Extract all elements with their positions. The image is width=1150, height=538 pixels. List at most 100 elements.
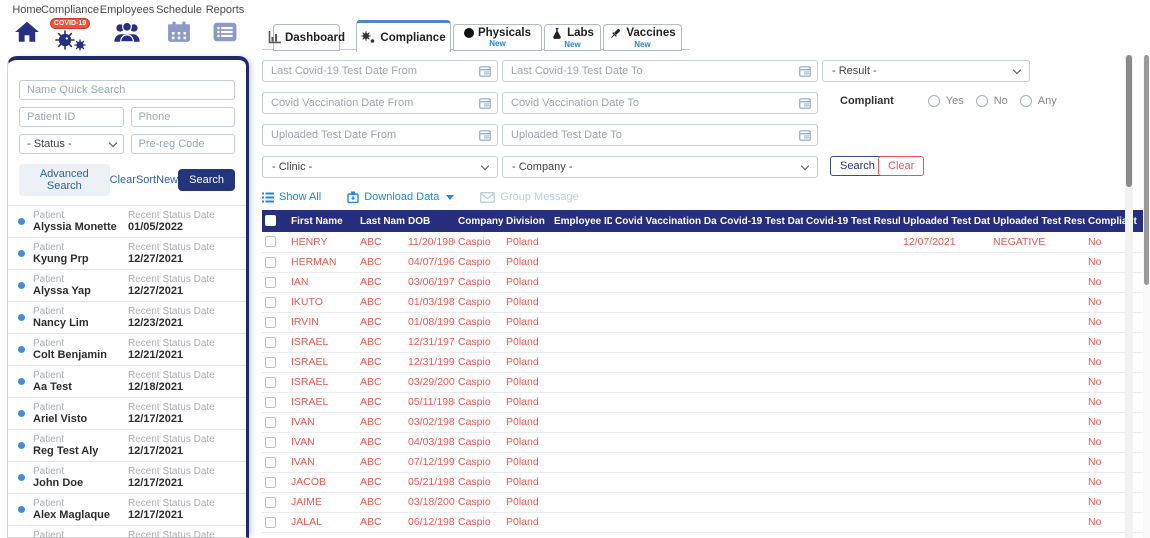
patient-list-item[interactable]: Patient Ariel Visto Recent Status Date 1… (8, 397, 246, 429)
clear-button[interactable]: Clear (110, 172, 136, 188)
compliant-no-radio[interactable] (976, 95, 988, 107)
table-row[interactable]: ISRAEL ABC 05/11/1988 Caspio P0land No (262, 392, 1150, 412)
table-row[interactable]: ISRAEL ABC 12/31/1976 Caspio P0land No (262, 332, 1150, 352)
calendar-picker-icon[interactable] (479, 129, 491, 141)
cell-dob: 12/31/1994 (405, 352, 455, 372)
table-row[interactable]: JACOB ABC 05/21/1981 Caspio P0land No (262, 472, 1150, 492)
tab-vaccines[interactable]: Vaccines New (603, 24, 682, 51)
uploaded-date-to-input[interactable] (502, 124, 818, 146)
clinic-select[interactable]: - Clinic - (262, 156, 498, 178)
table-row[interactable]: IVAN ABC 04/03/1985 Caspio P0land No (262, 432, 1150, 452)
table-row[interactable]: ISRAEL ABC 12/31/1994 Caspio P0land No (262, 352, 1150, 372)
nav-item-compliance[interactable]: Compliance COVID-19 (46, 4, 94, 51)
row-checkbox[interactable] (265, 477, 276, 488)
calendar-picker-icon[interactable] (799, 65, 811, 77)
patient-list-item[interactable]: Patient Alex Maglaque Recent Status Date… (8, 493, 246, 525)
calendar-picker-icon[interactable] (799, 129, 811, 141)
tab-physicals[interactable]: Physicals New (453, 24, 542, 51)
row-checkbox[interactable] (265, 497, 276, 508)
table-row[interactable]: JAIME ABC 03/18/2001 Caspio P0land No (262, 492, 1150, 512)
patient-list-item[interactable]: Patient Alyssia Monette Recent Status Da… (8, 205, 246, 237)
show-all-button[interactable]: Show All (262, 191, 321, 203)
phone-input[interactable] (131, 107, 236, 127)
nav-item-schedule[interactable]: Schedule (158, 4, 200, 43)
advanced-search-button[interactable]: Advanced Search (19, 164, 110, 196)
compliant-yes-radio[interactable] (928, 95, 940, 107)
row-checkbox[interactable] (265, 277, 276, 288)
row-checkbox[interactable] (265, 257, 276, 268)
filter-search-button[interactable]: Search (830, 156, 885, 176)
filter-clear-button[interactable]: Clear (878, 156, 924, 176)
last-test-date-to-input[interactable] (502, 60, 818, 82)
patient-status-date: 12/17/2021 (128, 445, 240, 457)
cell-last-name: ABC (357, 332, 405, 352)
row-checkbox[interactable] (265, 236, 276, 247)
row-checkbox[interactable] (265, 437, 276, 448)
row-checkbox[interactable] (265, 457, 276, 468)
row-checkbox[interactable] (265, 337, 276, 348)
patient-id-input[interactable] (19, 107, 124, 127)
result-select[interactable]: - Result - (822, 60, 1030, 82)
cell-test-result (803, 252, 900, 272)
patient-list-item[interactable]: Patient Reg Test Aly Recent Status Date … (8, 429, 246, 461)
row-checkbox[interactable] (265, 417, 276, 428)
cell-uploaded-date (900, 432, 990, 452)
prereg-code-input[interactable] (131, 134, 236, 154)
search-button[interactable]: Search (178, 169, 235, 191)
table-row[interactable]: IRVIN ABC 01/08/1992 Caspio P0land No (262, 312, 1150, 332)
table-row[interactable]: HERMAN ABC 04/07/1965 Caspio P0land No (262, 252, 1150, 272)
name-quick-search-input[interactable] (19, 80, 235, 100)
tab-compliance[interactable]: Compliance (356, 20, 451, 52)
new-button[interactable]: New (156, 172, 178, 188)
table-row[interactable]: IAN ABC 03/06/1972 Caspio P0land No (262, 272, 1150, 292)
table-row[interactable]: IKUTO ABC 01/03/1980 Caspio P0land No (262, 292, 1150, 312)
company-select[interactable]: - Company - (502, 156, 818, 178)
patient-list-item[interactable]: Patient Nancy Lim Recent Status Date 12/… (8, 301, 246, 333)
chevron-down-icon (108, 138, 116, 146)
row-checkbox[interactable] (265, 377, 276, 388)
calendar-picker-icon[interactable] (479, 65, 491, 77)
window-scrollbar-thumb[interactable] (1144, 55, 1149, 285)
table-row[interactable]: JALAL ABC 06/12/1982 Caspio P0land No (262, 512, 1150, 532)
main-scrollbar-track[interactable] (1125, 55, 1133, 538)
row-checkbox[interactable] (265, 317, 276, 328)
patient-list-item[interactable]: Patient Alyssa Yap Recent Status Date 12… (8, 269, 246, 301)
calendar-picker-icon[interactable] (799, 97, 811, 109)
nav-item-employees[interactable]: Employees (100, 4, 154, 43)
status-select[interactable]: - Status - (19, 134, 124, 154)
table-row[interactable]: IVAN ABC 07/12/1996 Caspio P0land No (262, 452, 1150, 472)
group-message-button[interactable]: Group Message (480, 191, 578, 203)
table-row[interactable]: HENRY ABC 11/20/1980 Caspio P0land 12/07… (262, 232, 1150, 252)
uploaded-date-from-input[interactable] (262, 124, 498, 146)
nav-label: Schedule (156, 4, 202, 17)
sort-button[interactable]: Sort (136, 172, 156, 188)
select-all-checkbox[interactable] (265, 215, 276, 226)
row-checkbox[interactable] (265, 357, 276, 368)
patient-list-item[interactable]: Patient Aa Test Recent Status Date 12/18… (8, 365, 246, 397)
nav-label: Home (12, 4, 41, 17)
table-row[interactable]: IVAN ABC 03/02/1986 Caspio P0land No (262, 412, 1150, 432)
patient-list-item[interactable]: Patient John Doe Recent Status Date 12/1… (8, 461, 246, 493)
download-data-button[interactable]: Download Data (347, 191, 454, 203)
cell-division: P0land (503, 272, 551, 292)
window-scrollbar-track[interactable] (1143, 55, 1150, 538)
table-row[interactable]: ISRAEL ABC 03/29/2002 Caspio P0land No (262, 372, 1150, 392)
vaccination-date-from-input[interactable] (262, 92, 498, 114)
compliant-any-radio[interactable] (1020, 95, 1032, 107)
cell-vaccination-date (612, 412, 717, 432)
cell-test-date (717, 312, 803, 332)
row-checkbox[interactable] (265, 517, 276, 528)
row-checkbox[interactable] (265, 297, 276, 308)
tab-labs[interactable]: Labs New (544, 24, 601, 51)
patient-list-item[interactable]: Patient Alden Mercado Recent Status Date… (8, 525, 246, 538)
vaccination-date-to-input[interactable] (502, 92, 818, 114)
tab-dashboard[interactable]: Dashboard (273, 24, 340, 51)
patient-status-date: 12/17/2021 (128, 509, 240, 521)
calendar-picker-icon[interactable] (479, 97, 491, 109)
patient-list-item[interactable]: Patient Kyung Prp Recent Status Date 12/… (8, 237, 246, 269)
row-checkbox[interactable] (265, 397, 276, 408)
nav-item-reports[interactable]: Reports (204, 4, 246, 43)
main-scrollbar-thumb[interactable] (1126, 55, 1132, 187)
patient-list-item[interactable]: Patient Colt Benjamin Recent Status Date… (8, 333, 246, 365)
last-test-date-from-input[interactable] (262, 60, 498, 82)
